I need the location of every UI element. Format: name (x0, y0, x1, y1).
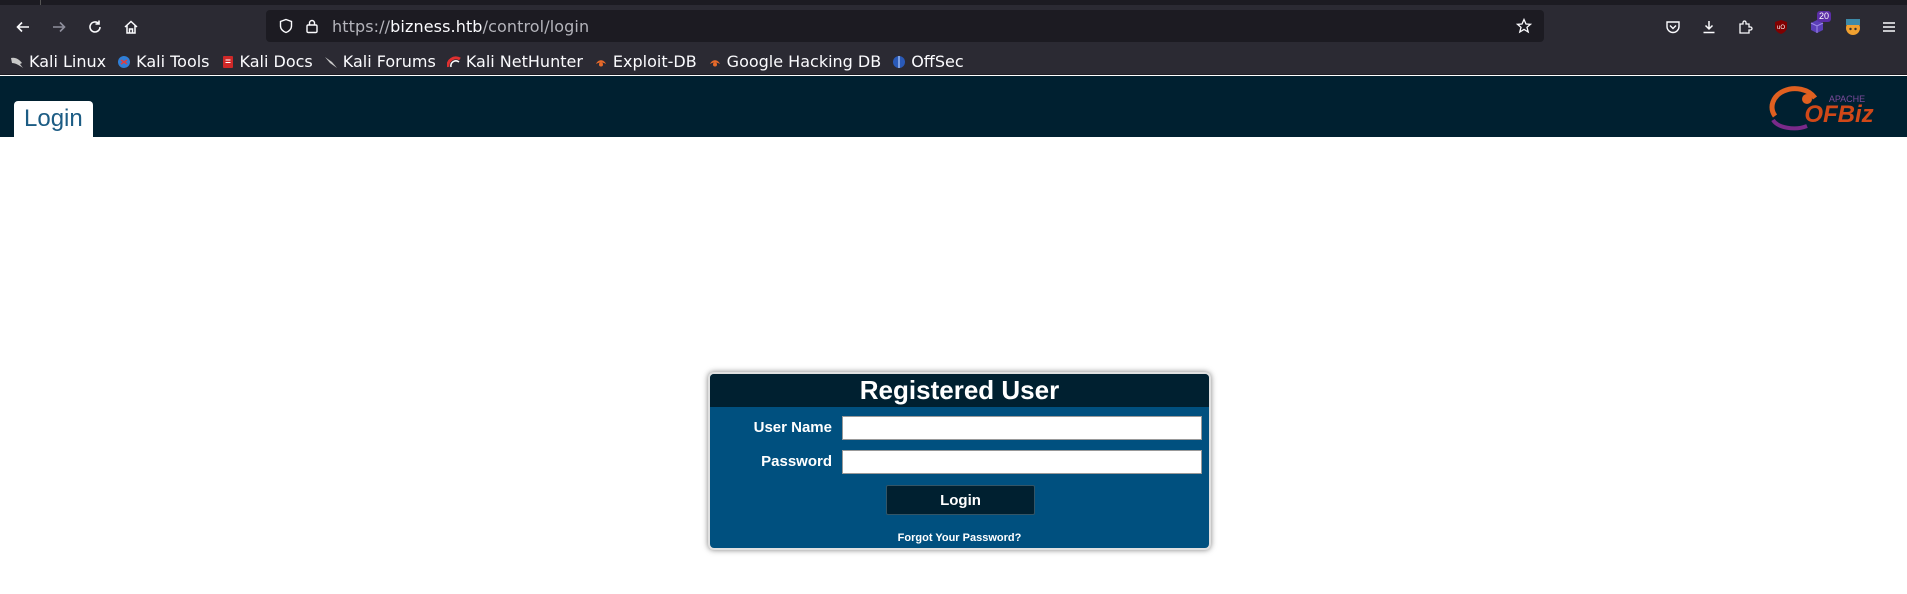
login-button[interactable]: Login (886, 485, 1035, 515)
bookmark-label: Kali Linux (29, 52, 107, 71)
bookmark-kali-tools[interactable]: Kali Tools (117, 52, 210, 71)
password-input[interactable] (842, 450, 1202, 474)
login-panel-title: Registered User (710, 374, 1209, 407)
bookmark-label: Kali Forums (342, 52, 436, 71)
username-label: User Name (753, 419, 832, 436)
url-scheme: https:// (332, 16, 391, 36)
pocket-icon (1666, 21, 1680, 34)
nethunter-icon (446, 55, 461, 69)
tab-login[interactable]: Login (14, 101, 93, 137)
username-input[interactable] (842, 416, 1202, 440)
reload-icon (89, 20, 101, 33)
burp-fox-icon (1846, 19, 1860, 35)
extension-badge-button[interactable]: 20 (1799, 9, 1835, 45)
bookmark-label: Kali NetHunter (465, 52, 583, 71)
bookmark-label: Kali Tools (136, 52, 210, 71)
burp-proxy-button[interactable] (1835, 9, 1871, 45)
home-icon (124, 20, 138, 34)
bookmark-label: OffSec (911, 52, 964, 71)
logo-text: OFBiz (1804, 101, 1873, 128)
downloads-button[interactable] (1691, 9, 1727, 45)
toolbar-right: uO 20 (1655, 5, 1907, 49)
address-bar[interactable]: https://bizness.htb/control/login (266, 10, 1544, 42)
tracking-shield-icon[interactable] (274, 14, 298, 38)
bookmark-star-icon[interactable] (1512, 14, 1536, 38)
ofbiz-logo-icon: APACHE OFBiz (1769, 86, 1874, 131)
bookmark-label: Google Hacking DB (726, 52, 882, 71)
password-label: Password (761, 453, 832, 470)
bookmark-offsec[interactable]: OffSec (892, 52, 964, 71)
lock-icon[interactable] (300, 14, 324, 38)
back-button[interactable] (5, 9, 41, 45)
hamburger-menu-icon (1883, 22, 1895, 32)
exploitdb-icon (594, 55, 608, 69)
forward-button[interactable] (41, 9, 77, 45)
app-menu-button[interactable] (1871, 9, 1907, 45)
forgot-password-link[interactable]: Forgot Your Password? (710, 532, 1209, 544)
bookmark-label: Exploit-DB (612, 52, 697, 71)
bookmark-kali-forums[interactable]: Kali Forums (324, 52, 436, 71)
pocket-button[interactable] (1655, 9, 1691, 45)
url-domain: bizness.htb (390, 16, 483, 36)
bookmark-kali-linux[interactable]: Kali Linux (10, 52, 106, 71)
url-path: /control/login (482, 16, 590, 36)
reload-button[interactable] (77, 9, 113, 45)
ublock-icon: uO (1775, 20, 1787, 34)
ghdb-icon (708, 55, 722, 69)
ofbiz-logo[interactable]: APACHE OFBiz (1767, 86, 1887, 132)
kali-tools-icon (117, 55, 131, 69)
back-arrow-icon (16, 21, 29, 33)
browser-toolbar: https://bizness.htb/control/login uO 20 (0, 5, 1907, 49)
offsec-icon (892, 55, 906, 69)
home-button[interactable] (113, 9, 149, 45)
bookmark-google-hacking-db[interactable]: Google Hacking DB (708, 52, 882, 71)
login-panel: Registered User User Name Password Login… (708, 372, 1211, 550)
bookmarks-toolbar: Kali Linux Kali Tools Kali Docs Kali For… (0, 49, 1907, 75)
bookmark-kali-docs[interactable]: Kali Docs (221, 52, 313, 71)
ublock-button[interactable]: uO (1763, 9, 1799, 45)
extension-badge-count: 20 (1816, 11, 1831, 22)
password-row: Password (710, 450, 1209, 474)
kali-docs-icon (221, 55, 235, 69)
extensions-button[interactable] (1727, 9, 1763, 45)
kali-dragon-icon (10, 55, 24, 69)
bookmark-label: Kali Docs (239, 52, 313, 71)
kali-forums-icon (324, 55, 338, 69)
svg-text:uO: uO (1777, 25, 1785, 31)
puzzle-icon (1739, 20, 1753, 34)
forward-arrow-icon (53, 21, 66, 33)
download-icon (1703, 21, 1715, 34)
url-text[interactable]: https://bizness.htb/control/login (332, 17, 589, 36)
bookmark-exploit-db[interactable]: Exploit-DB (594, 52, 697, 71)
app-header: Login APACHE OFBiz (0, 76, 1907, 137)
username-row: User Name (710, 416, 1209, 440)
bookmark-kali-nethunter[interactable]: Kali NetHunter (446, 52, 583, 71)
